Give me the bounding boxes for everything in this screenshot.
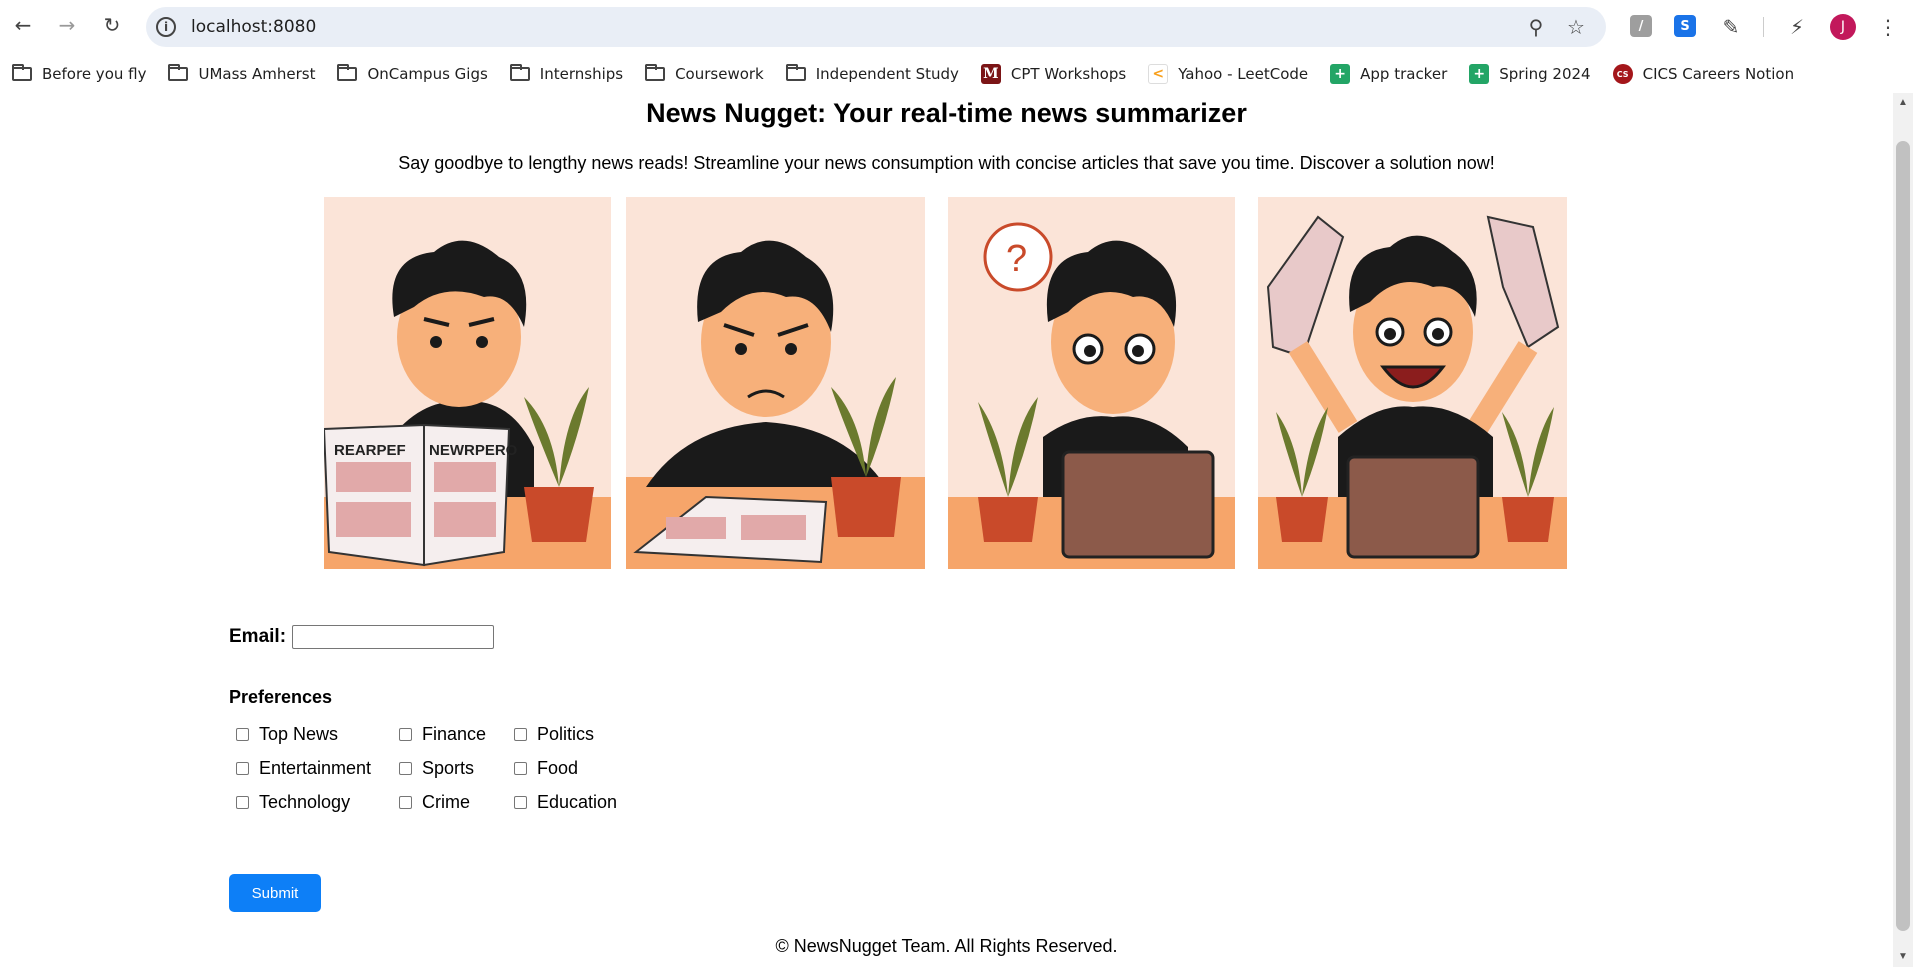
pref-sports[interactable]: Sports [399,756,514,780]
email-label: Email: [229,626,287,647]
svg-text:NEWRPERO: NEWRPERO [429,442,518,459]
pref-food[interactable]: Food [514,756,634,780]
bookmark-app-tracker[interactable]: + App tracker [1330,64,1447,84]
checkbox[interactable] [399,761,412,775]
bookmarks-bar: Before you fly UMass Amherst OnCampus Gi… [0,55,1913,93]
svg-text:REARPEF: REARPEF [334,442,406,459]
bookmark-umass-amherst[interactable]: UMass Amherst [168,64,315,83]
comic-panel-reading: REARPEF NEWRPERO [324,197,611,569]
comic-panel-celebrating [1258,197,1567,569]
submit-button[interactable]: Submit [229,874,321,912]
preferences-heading: Preferences [229,687,333,707]
url-text[interactable]: localhost:8080 [191,17,316,37]
checkbox[interactable] [236,727,249,741]
menu-kebab-icon[interactable]: ⋮ [1873,12,1903,42]
comic-panel-thinking: ? [948,197,1235,569]
site-info-icon[interactable]: i [156,17,176,37]
page-title: News Nugget: Your real-time news summari… [646,98,1247,128]
page-subtitle: Say goodbye to lengthy news reads! Strea… [398,153,1495,173]
performance-icon[interactable]: ⚡ [1782,12,1812,42]
folder-icon [168,64,189,81]
checkbox[interactable] [514,795,527,809]
reload-icon[interactable]: ↻ [97,10,127,40]
preferences-grid: Top News Finance Politics Entertainment … [236,722,634,814]
sheets-icon: + [1330,64,1351,84]
page-content: News Nugget: Your real-time news summari… [0,93,1893,967]
scroll-down-icon[interactable]: ▼ [1897,951,1909,963]
address-bar[interactable]: i localhost:8080 ⚲ ☆ [146,7,1606,47]
bookmark-independent-study[interactable]: Independent Study [785,64,959,83]
folder-icon [509,64,530,81]
bookmark-spring-2024[interactable]: + Spring 2024 [1469,64,1591,84]
extension-icon-1[interactable]: / [1630,15,1652,37]
toolbar-divider [1763,17,1764,37]
bookmark-oncampus-gigs[interactable]: OnCampus Gigs [337,64,488,83]
bookmark-yahoo-leetcode[interactable]: < Yahoo - LeetCode [1148,64,1308,84]
m-logo-icon: M [980,64,1001,84]
email-row: Email: [229,625,495,649]
pref-finance[interactable]: Finance [399,722,514,746]
pref-education[interactable]: Education [514,790,634,814]
comic-panel-frustrated [626,197,925,569]
checkbox[interactable] [236,761,249,775]
pref-technology[interactable]: Technology [236,790,399,814]
page-scrollbar[interactable]: ▲ ▼ [1893,93,1913,967]
checkbox[interactable] [399,727,412,741]
sheets-icon: + [1469,64,1490,84]
footer-copyright: © NewsNugget Team. All Rights Reserved. [775,936,1118,956]
bookmark-internships[interactable]: Internships [509,64,623,83]
extensions-puzzle-icon[interactable]: ✎ [1716,12,1746,42]
profile-avatar[interactable]: J [1830,14,1856,40]
bookmark-coursework[interactable]: Coursework [645,64,764,83]
folder-icon [337,64,358,81]
pref-crime[interactable]: Crime [399,790,514,814]
folder-icon [645,64,666,81]
pref-politics[interactable]: Politics [514,722,634,746]
checkbox[interactable] [399,795,412,809]
pref-entertainment[interactable]: Entertainment [236,756,399,780]
svg-text:?: ? [1006,238,1027,280]
browser-toolbar: ← → ↻ i localhost:8080 ⚲ ☆ / S ✎ ⚡ J ⋮ [0,0,1913,55]
pref-top-news[interactable]: Top News [236,722,399,746]
zoom-icon[interactable]: ⚲ [1524,15,1548,39]
scroll-up-icon[interactable]: ▲ [1897,97,1909,109]
cics-icon: CS [1612,64,1633,84]
back-arrow-icon[interactable]: ← [8,10,38,40]
folder-icon [785,64,806,81]
email-field[interactable] [292,625,495,649]
folder-icon [12,64,32,81]
bookmark-cics-careers-notion[interactable]: CS CICS Careers Notion [1612,64,1794,84]
bookmark-star-icon[interactable]: ☆ [1564,15,1588,39]
checkbox[interactable] [514,761,527,775]
bookmark-before-you-fly[interactable]: Before you fly [12,64,146,83]
scroll-thumb[interactable] [1896,141,1910,931]
checkbox[interactable] [514,727,527,741]
leetcode-icon: < [1148,64,1169,84]
forward-arrow-icon[interactable]: → [52,10,82,40]
extension-icon-2[interactable]: S [1674,15,1696,37]
bookmark-cpt-workshops[interactable]: M CPT Workshops [980,64,1126,84]
checkbox[interactable] [236,795,249,809]
